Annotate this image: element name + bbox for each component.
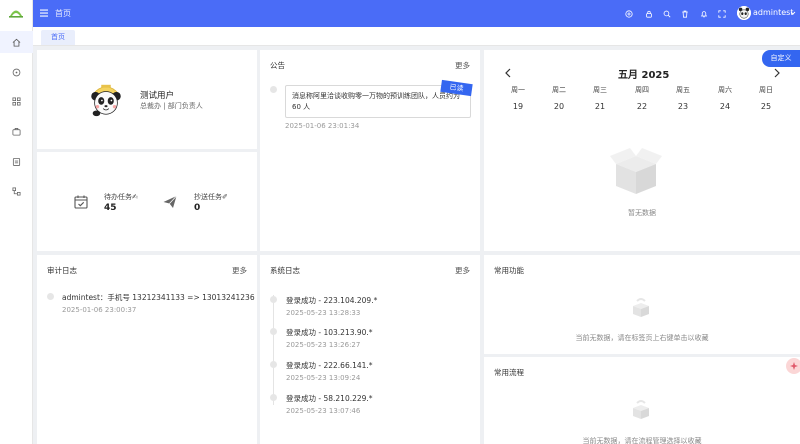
calendar-day[interactable]: 22: [627, 102, 657, 111]
empty-box-icon: [633, 400, 649, 419]
tasks-card: 待办任务✍ 45 抄送任务✐ 0: [37, 152, 257, 251]
common-functions-card: 常用功能 当前无数据，请在标签页上右键单击以收藏: [484, 255, 800, 354]
weekday-label: 周四: [635, 86, 649, 94]
common-flows-title: 常用流程: [494, 368, 524, 377]
weekday-label: 周一: [511, 86, 525, 94]
send-icon[interactable]: [162, 194, 178, 210]
empty-box-icon: [633, 298, 649, 317]
tab-home[interactable]: 首页: [41, 30, 75, 45]
system-log-time: 2025-05-23 13:26:27: [286, 341, 361, 349]
top-bar: 首页 admintest: [33, 0, 800, 27]
system-log-card: 系统日志 更多 登录成功 - 223.104.209.* 2025-05-23 …: [260, 255, 480, 444]
calendar-day[interactable]: 20: [544, 102, 574, 111]
cc-task-label[interactable]: 抄送任务✐: [194, 192, 228, 202]
sidebar-flow-icon[interactable]: [9, 184, 23, 198]
sidebar: [0, 0, 33, 444]
common-flows-card: 常用流程 当前无数据，请在流程管理选择以收藏: [484, 357, 800, 444]
audit-log-title: 审计日志: [47, 266, 77, 275]
system-log-time: 2025-05-23 13:07:46: [286, 407, 361, 415]
system-log-item[interactable]: 登录成功 - 223.104.209.* 2025-05-23 13:28:33: [260, 293, 480, 325]
audit-log-time: 2025-01-06 23:00:37: [62, 306, 137, 314]
chevron-down-icon[interactable]: [790, 10, 796, 16]
weekday-label: 周五: [676, 86, 690, 94]
user-avatar: [91, 84, 121, 117]
todo-task-count: 45: [104, 203, 117, 213]
user-department: 总裁办 | 部门负责人: [140, 102, 203, 110]
weekday-label: 周日: [759, 86, 773, 94]
calendar-day[interactable]: 23: [668, 102, 698, 111]
breadcrumb[interactable]: 首页: [55, 8, 71, 19]
system-log-text: 登录成功 - 58.210.229.*: [286, 394, 373, 403]
user-card: 测试用户 总裁办 | 部门负责人: [37, 50, 257, 149]
custom-button[interactable]: 自定义: [762, 50, 800, 67]
common-functions-title: 常用功能: [494, 266, 524, 275]
audit-log-item[interactable]: admintest：手机号 13212341133 => 13013241236: [62, 292, 255, 303]
system-log-text: 登录成功 - 103.213.90.*: [286, 328, 373, 337]
system-log-item[interactable]: 登录成功 - 58.210.229.* 2025-05-23 13:07:46: [260, 391, 480, 423]
common-flows-empty-text: 当前无数据，请在流程管理选择以收藏: [582, 437, 702, 444]
timeline-dot: [270, 86, 277, 93]
user-name: 测试用户: [140, 91, 175, 101]
menu-toggle-icon[interactable]: [40, 9, 48, 17]
sidebar-apps-icon[interactable]: [9, 94, 23, 108]
logo-icon[interactable]: [8, 7, 24, 19]
calendar-card: 五月 2025 自定义 周一 周二 周三 周四 周五 周六 周日 19 20 2…: [484, 50, 800, 251]
todo-task-label[interactable]: 待办任务✍: [104, 192, 138, 202]
common-functions-empty-text: 当前无数据，请在标签页上右键单击以收藏: [575, 334, 709, 342]
system-log-item[interactable]: 登录成功 - 222.66.141.* 2025-05-23 13:09:24: [260, 358, 480, 390]
trash-icon[interactable]: [679, 8, 690, 19]
empty-box-icon: [610, 148, 662, 194]
timeline-dot: [270, 361, 277, 368]
notice-time: 2025-01-06 23:01:34: [285, 122, 360, 130]
system-log-time: 2025-05-23 13:28:33: [286, 309, 361, 317]
sidebar-id-card-icon[interactable]: [9, 154, 23, 168]
timeline-dot: [47, 293, 54, 300]
system-log-text: 登录成功 - 223.104.209.*: [286, 296, 378, 305]
system-log-item[interactable]: 登录成功 - 103.213.90.* 2025-05-23 13:26:27: [260, 325, 480, 357]
calendar-day[interactable]: 21: [585, 102, 615, 111]
chevron-left-icon[interactable]: [504, 68, 512, 78]
sparkle-icon: [790, 362, 798, 370]
sidebar-briefcase-icon[interactable]: [9, 124, 23, 138]
system-log-more-link[interactable]: 更多: [455, 265, 470, 276]
weekday-label: 周二: [552, 86, 566, 94]
timeline-dot: [270, 296, 277, 303]
calendar-month: 五月 2025: [618, 70, 670, 81]
system-log-title: 系统日志: [270, 266, 300, 275]
calendar-day[interactable]: 19: [503, 102, 533, 111]
audit-log-card: 审计日志 更多 admintest：手机号 13212341133 => 130…: [37, 255, 257, 444]
search-icon[interactable]: [661, 8, 672, 19]
fullscreen-icon[interactable]: [716, 8, 727, 19]
bell-icon[interactable]: [698, 8, 709, 19]
weekday-label: 周六: [718, 86, 732, 94]
cc-task-count: 0: [194, 203, 201, 213]
username[interactable]: admintest: [753, 8, 793, 17]
sidebar-compass-icon[interactable]: [9, 65, 23, 79]
audit-log-more-link[interactable]: 更多: [232, 265, 247, 276]
notice-title: 公告: [270, 61, 285, 70]
calendar-day[interactable]: 24: [710, 102, 740, 111]
calendar-check-icon[interactable]: [73, 194, 89, 210]
assistant-float-button[interactable]: [786, 358, 800, 374]
sidebar-home-icon[interactable]: [0, 31, 33, 53]
system-log-time: 2025-05-23 13:09:24: [286, 374, 361, 382]
tab-bar: 首页: [33, 27, 800, 46]
timeline-dot: [270, 328, 277, 335]
timeline-dot: [270, 394, 277, 401]
avatar[interactable]: [737, 6, 751, 20]
calendar-day[interactable]: 25: [751, 102, 781, 111]
notice-card: 公告 更多 消息称阿里洽谈收购零一万物的预训练团队，人员约为 60 人 已读 2…: [260, 50, 480, 251]
add-icon[interactable]: [623, 8, 634, 19]
chevron-right-icon[interactable]: [773, 68, 781, 78]
calendar-empty-text: 暂无数据: [628, 209, 656, 217]
notice-more-link[interactable]: 更多: [455, 60, 470, 71]
weekday-label: 周三: [593, 86, 607, 94]
lock-icon[interactable]: [643, 8, 654, 19]
system-log-text: 登录成功 - 222.66.141.*: [286, 361, 373, 370]
